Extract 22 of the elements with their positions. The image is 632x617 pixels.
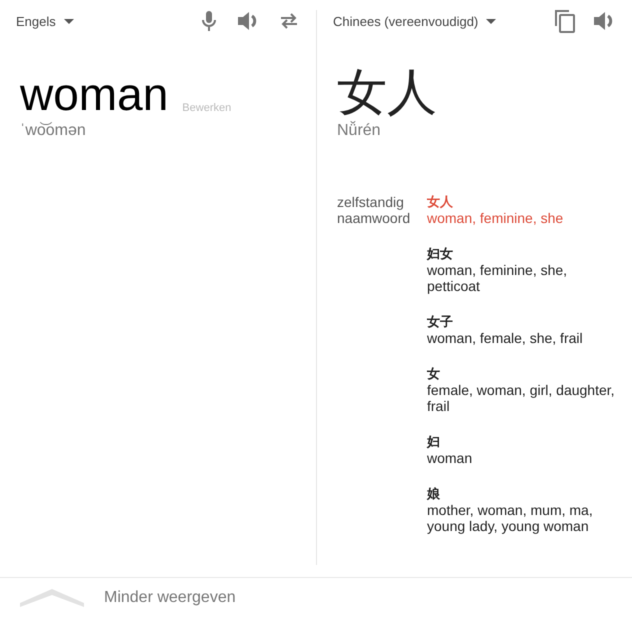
source-text: woman (20, 68, 168, 120)
entry-meanings: mother, woman, mum, ma, young lady, young woman (427, 502, 594, 534)
phonetic-text: ˈwo͝omən (19, 122, 87, 140)
entry-meanings: woman, feminine, she (427, 210, 564, 226)
dropdown-caret-icon (64, 18, 74, 24)
entry-meanings: woman (427, 450, 474, 466)
entry-word: 妇 (427, 434, 441, 450)
show-less-button[interactable]: Minder weergeven (104, 588, 236, 606)
entry-word: 女子 (427, 314, 454, 330)
romanization-text: Nǚrén (336, 122, 382, 140)
entry-word: 女人 (427, 194, 454, 210)
translated-text: 女人 (336, 63, 438, 120)
entry-word: 妇女 (427, 246, 454, 262)
entry-meanings: female, woman, girl, daughter, frail (427, 382, 616, 414)
entry-meanings: woman, female, she, frail (427, 330, 584, 346)
target-language-selector[interactable]: Chinees (vereenvoudigd) (333, 14, 496, 28)
source-language-selector[interactable]: Engels (16, 14, 74, 28)
entry-word: 娘 (427, 486, 441, 502)
dropdown-caret-icon (486, 18, 496, 24)
entry-meanings: woman, feminine, she, petticoat (427, 262, 568, 294)
entry-word: 女 (427, 366, 441, 382)
part-of-speech-label: zelfstandig naamwoord (337, 194, 412, 228)
